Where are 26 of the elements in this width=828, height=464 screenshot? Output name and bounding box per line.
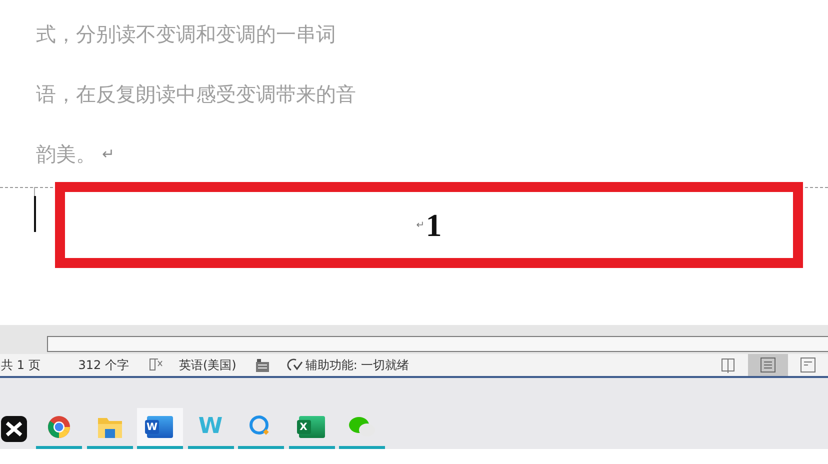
page-number: 1 <box>426 206 442 244</box>
book-icon <box>720 357 736 373</box>
language-status[interactable]: 英语(美国) <box>178 356 236 374</box>
body-text: 韵美。 <box>36 140 96 168</box>
document-app-icon[interactable]: W <box>147 416 173 438</box>
page-icon <box>760 357 776 373</box>
word-count[interactable]: 312 个字 <box>78 356 129 374</box>
layout-icon <box>800 357 816 373</box>
view-button[interactable] <box>748 354 788 376</box>
horizontal-scrollbar[interactable] <box>47 336 828 352</box>
macro-icon[interactable] <box>256 358 270 372</box>
app-icon[interactable] <box>1 416 27 442</box>
body-text: 语，在反复朗读中感受变调带来的音 <box>36 80 356 108</box>
accessibility-status[interactable]: 辅助功能: 一切就绪 <box>305 356 410 374</box>
spreadsheet-app-icon[interactable]: X <box>298 416 324 438</box>
taskbar-button[interactable]: W <box>137 408 183 449</box>
accessibility-icon[interactable] <box>287 358 304 372</box>
proofing-icon[interactable] <box>148 358 163 372</box>
text-cursor <box>34 196 36 232</box>
browser-icon[interactable] <box>47 415 71 439</box>
folder-icon[interactable] <box>98 416 122 438</box>
taskbar-button[interactable]: X <box>288 408 334 449</box>
paragraph-mark: ↵ <box>102 145 115 163</box>
page-count[interactable]: 共 1 页 <box>1 356 40 374</box>
body-text: 式，分别读不变调和变调的一串词 <box>36 20 336 48</box>
paragraph-mark: ↵ <box>416 220 425 230</box>
